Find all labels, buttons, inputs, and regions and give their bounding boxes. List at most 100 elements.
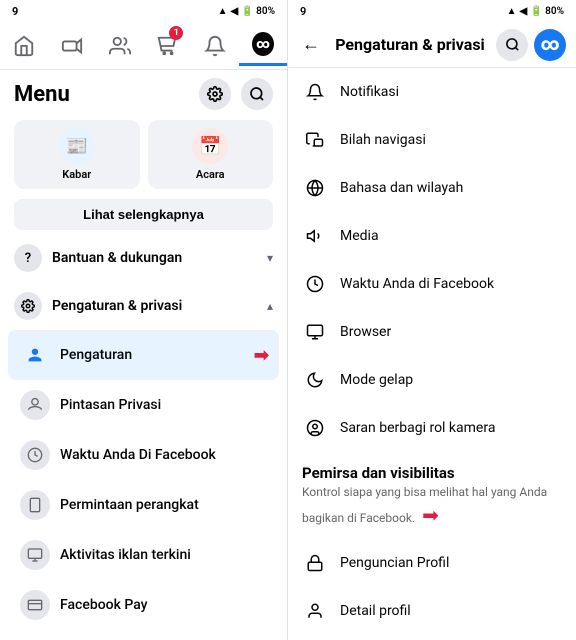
saran-label: Saran berbagi rol kamera [340,420,495,436]
nav-friends[interactable] [96,26,144,66]
header-icons [199,78,273,110]
mode-gelap-r-label: Mode gelap [340,372,413,388]
acara-icon: 📅 [192,128,228,164]
section-bantuan-header[interactable]: ? Bantuan & dukungan ▾ [0,234,287,282]
right-time: 9 [300,5,306,18]
acara-label: Acara [196,168,225,181]
nav-bar: 1 ∞ [0,22,287,70]
section-bantuan: ? Bantuan & dukungan ▾ [0,234,287,282]
bahasa-label: Bahasa dan wilayah [340,180,463,196]
sub-riwayat[interactable]: Riwayat tautan [0,630,287,640]
sub-facebook-pay[interactable]: Facebook Pay [0,580,287,630]
bell-icon [204,35,226,57]
nav-menu[interactable]: ∞ [239,26,287,66]
settings-page-title: Pengaturan & privasi [332,35,488,54]
mode-gelap-r-icon [302,367,328,393]
settings-media[interactable]: Media [288,212,576,260]
settings-notifikasi[interactable]: Notifikasi [288,68,576,116]
permintaan-label: Permintaan perangkat [60,497,199,513]
bilah-label: Bilah navigasi [340,132,426,148]
shortcut-acara[interactable]: 📅 Acara [148,120,274,189]
see-more-button[interactable]: Lihat selengkapnya [14,199,273,230]
kabar-label: Kabar [62,168,91,181]
nav-marketplace[interactable]: 1 [143,26,191,66]
menu-list: ? Bantuan & dukungan ▾ Pengaturan & priv… [0,234,287,640]
settings-list: Notifikasi Bilah navigasi Bahasa dan wil… [288,68,576,640]
nav-home[interactable] [0,26,48,66]
detail-profil-label: Detail profil [340,603,411,619]
sub-permintaan[interactable]: Permintaan perangkat [0,480,287,530]
settings-bilah[interactable]: Bilah navigasi [288,116,576,164]
pengaturan-arrow: ➡ [254,345,269,366]
pengaturan-chevron: ▴ [267,299,273,313]
marketplace-badge: 1 [169,26,183,40]
right-status-icons: ▲ ◀ 🔋 80% [507,6,564,17]
notifikasi-label: Notifikasi [340,84,399,100]
right-status-bar: 9 ▲ ◀ 🔋 80% [288,0,576,22]
bantuan-label: Bantuan & dukungan [52,250,182,266]
left-status-bar: 9 ▲ ◀ 🔋 80% [0,0,287,22]
settings-browser[interactable]: Browser [288,308,576,356]
permintaan-icon [20,490,50,520]
menu-header: Menu [0,70,287,114]
video-icon [61,35,83,57]
sub-waktu[interactable]: Waktu Anda Di Facebook [0,430,287,480]
friends-icon [109,35,131,57]
penguncian-label: Penguncian Profil [340,555,449,571]
saran-icon [302,415,328,441]
waktu-label: Waktu Anda Di Facebook [60,447,216,463]
shortcuts: 📰 Kabar 📅 Acara [0,114,287,195]
settings-penguncian[interactable]: Penguncian Profil [288,539,576,587]
notifikasi-icon [302,79,328,105]
section-pengaturan-header[interactable]: Pengaturan & privasi ▴ [0,282,287,330]
search-icon-btn[interactable] [241,78,273,110]
settings-icon-btn[interactable] [199,78,231,110]
nav-notifications[interactable] [191,26,239,66]
media-icon [302,223,328,249]
audience-title: Pemirsa dan visibilitas [302,464,562,482]
kabar-icon: 📰 [59,128,95,164]
audience-arrow: ➡ [422,503,439,527]
left-time: 9 [12,5,18,18]
nav-video[interactable] [48,26,96,66]
bantuan-chevron: ▾ [267,251,273,265]
sub-pintasan[interactable]: Pintasan Privasi [0,380,287,430]
shortcut-kabar[interactable]: 📰 Kabar [14,120,140,189]
right-top-bar: ← Pengaturan & privasi ∞ [288,22,576,68]
settings-mencari[interactable]: Bagaimana orang mencari dan menghubungi … [288,635,576,640]
aktivitas-label: Aktivitas iklan terkini [60,547,191,563]
bahasa-icon [302,175,328,201]
detail-profil-icon [302,598,328,624]
browser-icon [302,319,328,345]
sub-pengaturan[interactable]: Pengaturan ➡ [8,330,279,380]
right-top-icons: ∞ [496,29,566,61]
waktu-r-icon [302,271,328,297]
media-label: Media [340,228,379,244]
waktu-r-label: Waktu Anda di Facebook [340,276,494,292]
settings-mode-gelap[interactable]: Mode gelap [288,356,576,404]
bantuan-icon: ? [14,244,42,272]
pintasan-icon [20,390,50,420]
bilah-icon [302,127,328,153]
aktivitas-icon [20,540,50,570]
waktu-icon [20,440,50,470]
settings-detail-profil[interactable]: Detail profil [288,587,576,635]
penguncian-icon [302,550,328,576]
left-panel: 9 ▲ ◀ 🔋 80% [0,0,288,640]
sub-aktivitas[interactable]: Aktivitas iklan terkini [0,530,287,580]
right-panel: 9 ▲ ◀ 🔋 80% ← Pengaturan & privasi ∞ [288,0,576,640]
pengaturan-label: Pengaturan [60,347,132,363]
back-button[interactable]: ← [298,30,324,59]
menu-title: Menu [14,82,70,107]
pengaturan-section-icon [14,292,42,320]
settings-waktu[interactable]: Waktu Anda di Facebook [288,260,576,308]
settings-bahasa[interactable]: Bahasa dan wilayah [288,164,576,212]
section-pengaturan: Pengaturan & privasi ▴ Pengaturan ➡ [0,282,287,640]
right-search-button[interactable] [496,29,528,61]
fb-logo: ∞ [534,29,566,61]
settings-saran[interactable]: Saran berbagi rol kamera [288,404,576,452]
pengaturan-section-label: Pengaturan & privasi [52,298,182,314]
pintasan-label: Pintasan Privasi [60,397,161,413]
facebook-pay-icon [20,590,50,620]
facebook-pay-label: Facebook Pay [60,597,148,613]
